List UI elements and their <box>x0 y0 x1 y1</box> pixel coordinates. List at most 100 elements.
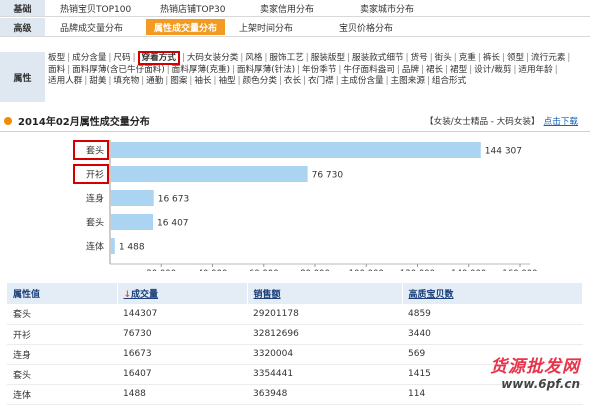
cell-quality-items: 4859 <box>402 304 583 325</box>
tab-price-distribution[interactable]: 宝贝价格分布 <box>325 18 425 36</box>
attribute-item[interactable]: 大码女装分类 <box>187 53 239 63</box>
attribute-item[interactable]: 袖型 <box>218 76 235 86</box>
tab-brand-distribution[interactable]: 品牌成交量分布 <box>46 18 140 36</box>
cell-sales: 363948 <box>247 384 402 405</box>
separator: | <box>502 53 505 63</box>
header-volume[interactable]: ↓成交量 <box>117 283 248 304</box>
separator: | <box>141 76 145 87</box>
attribute-item[interactable]: 领型 <box>507 53 524 63</box>
tab-listing-time[interactable]: 上架时间分布 <box>225 18 325 36</box>
separator: | <box>264 53 268 63</box>
category-label: 套头 <box>86 145 104 157</box>
separator: | <box>240 53 244 63</box>
attribute-item[interactable]: 面料厚薄(克重) <box>172 65 230 75</box>
x-tick-label: 40 000 <box>198 269 228 271</box>
attribute-item[interactable]: 板型 <box>48 53 65 63</box>
data-label: 16 673 <box>158 195 190 205</box>
separator: | <box>405 53 409 63</box>
attribute-item[interactable]: 通勤 <box>146 76 163 86</box>
tab-hot-shops[interactable]: 热销店铺TOP30 <box>146 0 246 16</box>
attribute-item[interactable]: 适用年龄 <box>518 65 552 75</box>
attribute-item[interactable]: 服饰工艺 <box>269 53 303 63</box>
attribute-item[interactable]: 主图来源 <box>391 76 425 86</box>
category-breadcrumb: 【女装/女士精品 - 大码女装】 <box>425 116 540 127</box>
attribute-item[interactable]: 服装款式细节 <box>352 53 404 63</box>
tab-seller-city[interactable]: 卖家城市分布 <box>346 0 446 16</box>
attribute-item[interactable]: 成分含量 <box>72 53 106 63</box>
data-label: 1 488 <box>119 243 145 253</box>
separator: | <box>165 76 169 87</box>
cell-attribute: 套头 <box>7 364 117 385</box>
attribute-item[interactable]: 图案 <box>170 76 187 86</box>
attribute-item[interactable]: 年份季节 <box>302 65 336 75</box>
category-label: 连身 <box>86 193 104 205</box>
x-tick-label: 140 000 <box>451 269 486 271</box>
separator: | <box>429 53 433 63</box>
chart-bar <box>111 190 154 206</box>
attribute-item[interactable]: 品牌 <box>402 65 419 75</box>
cell-volume: 144307 <box>117 304 247 325</box>
tab-attribute-distribution[interactable]: 属性成交量分布 <box>146 19 226 35</box>
cell-sales: 32812696 <box>247 324 402 345</box>
attribute-item[interactable]: 甜美 <box>89 76 106 86</box>
separator: | <box>385 76 389 87</box>
separator: | <box>108 76 112 87</box>
header-attribute-value: 属性值 <box>7 283 118 304</box>
category-label: 开衫 <box>86 170 104 181</box>
section-header: 2014年02月属性成交量分布 【女装/女士精品 - 大码女装】 点击下载 <box>0 110 590 132</box>
watermark-url: www.6pf.cn <box>501 377 580 391</box>
separator: | <box>303 76 306 87</box>
attribute-item[interactable]: 裙长 <box>426 65 443 75</box>
attribute-list: 板型 | 成分含量 | 尺码 | 穿着方式 | 大码女装分类 | 风格 | 服饰工艺 | 服装版型 | 服装款式… <box>48 51 583 88</box>
attribute-item[interactable]: 填充物 <box>113 76 139 86</box>
nav-row-advanced: 高级 品牌成交量分布 属性成交量分布 上架时间分布 宝贝价格分布 <box>0 18 590 37</box>
attribute-item[interactable]: 街头 <box>435 53 452 63</box>
attribute-item[interactable]: 衣长 <box>284 76 301 86</box>
attribute-item[interactable]: 尺码 <box>113 53 130 63</box>
attribute-item[interactable]: 面料 <box>48 65 65 75</box>
attribute-item[interactable]: 货号 <box>410 53 427 63</box>
attribute-item[interactable]: 衣门襟 <box>308 76 334 86</box>
data-label: 76 730 <box>312 171 344 181</box>
separator: | <box>67 64 71 75</box>
nav-row-label: 基础 <box>0 0 46 16</box>
separator: | <box>477 53 481 63</box>
cell-volume: 16673 <box>117 344 247 365</box>
attribute-item[interactable]: 面料厚薄(含已牛仔面料) <box>72 65 165 75</box>
attribute-item[interactable]: 袖长 <box>194 76 211 86</box>
separator: | <box>231 64 235 75</box>
cell-volume: 16407 <box>117 364 247 385</box>
separator: | <box>347 53 350 63</box>
attribute-item[interactable]: 裤长 <box>483 53 500 63</box>
attribute-item[interactable]: 面料厚薄(针法) <box>237 65 295 75</box>
tab-seller-credit[interactable]: 卖家信用分布 <box>246 0 346 16</box>
separator: | <box>84 76 88 87</box>
chart-bar <box>111 238 115 254</box>
cell-attribute: 套头 <box>7 304 117 325</box>
header-sales[interactable]: 销售额 <box>247 283 403 304</box>
category-label: 连体 <box>86 241 104 253</box>
attribute-item[interactable]: 裙型 <box>450 65 467 75</box>
attribute-item[interactable]: 服装版型 <box>311 53 345 63</box>
attribute-item[interactable]: 设计/裁剪 <box>474 65 511 75</box>
attribute-item[interactable]: 主成份含量 <box>341 76 384 86</box>
attribute-item[interactable]: 穿着方式 <box>137 51 180 65</box>
separator: | <box>67 53 71 63</box>
download-link[interactable]: 点击下载 <box>544 117 578 127</box>
attribute-item[interactable]: 组合形式 <box>432 76 466 86</box>
attribute-item[interactable]: 颜色分类 <box>243 76 277 86</box>
cell-sales: 3320004 <box>247 344 402 365</box>
cell-sales: 29201178 <box>247 304 402 325</box>
header-volume-label: 成交量 <box>131 290 159 300</box>
nav-row-basic: 基础 热销宝贝TOP100 热销店铺TOP30 卖家信用分布 卖家城市分布 <box>0 0 590 17</box>
attribute-item[interactable]: 风格 <box>245 53 262 63</box>
attribute-item[interactable]: 牛仔面料盎司 <box>343 65 395 75</box>
attribute-item[interactable]: 流行元素 <box>531 53 565 63</box>
header-quality-items[interactable]: 高质宝贝数 <box>402 283 583 304</box>
attribute-item[interactable]: 克重 <box>459 53 476 63</box>
x-tick-label: 60 000 <box>249 269 279 271</box>
watermark: 货源批发网 www.6pf.cn <box>490 352 580 391</box>
tab-hot-items[interactable]: 热销宝贝TOP100 <box>46 0 146 16</box>
separator: | <box>213 76 217 87</box>
attribute-item[interactable]: 适用人群 <box>48 76 82 86</box>
